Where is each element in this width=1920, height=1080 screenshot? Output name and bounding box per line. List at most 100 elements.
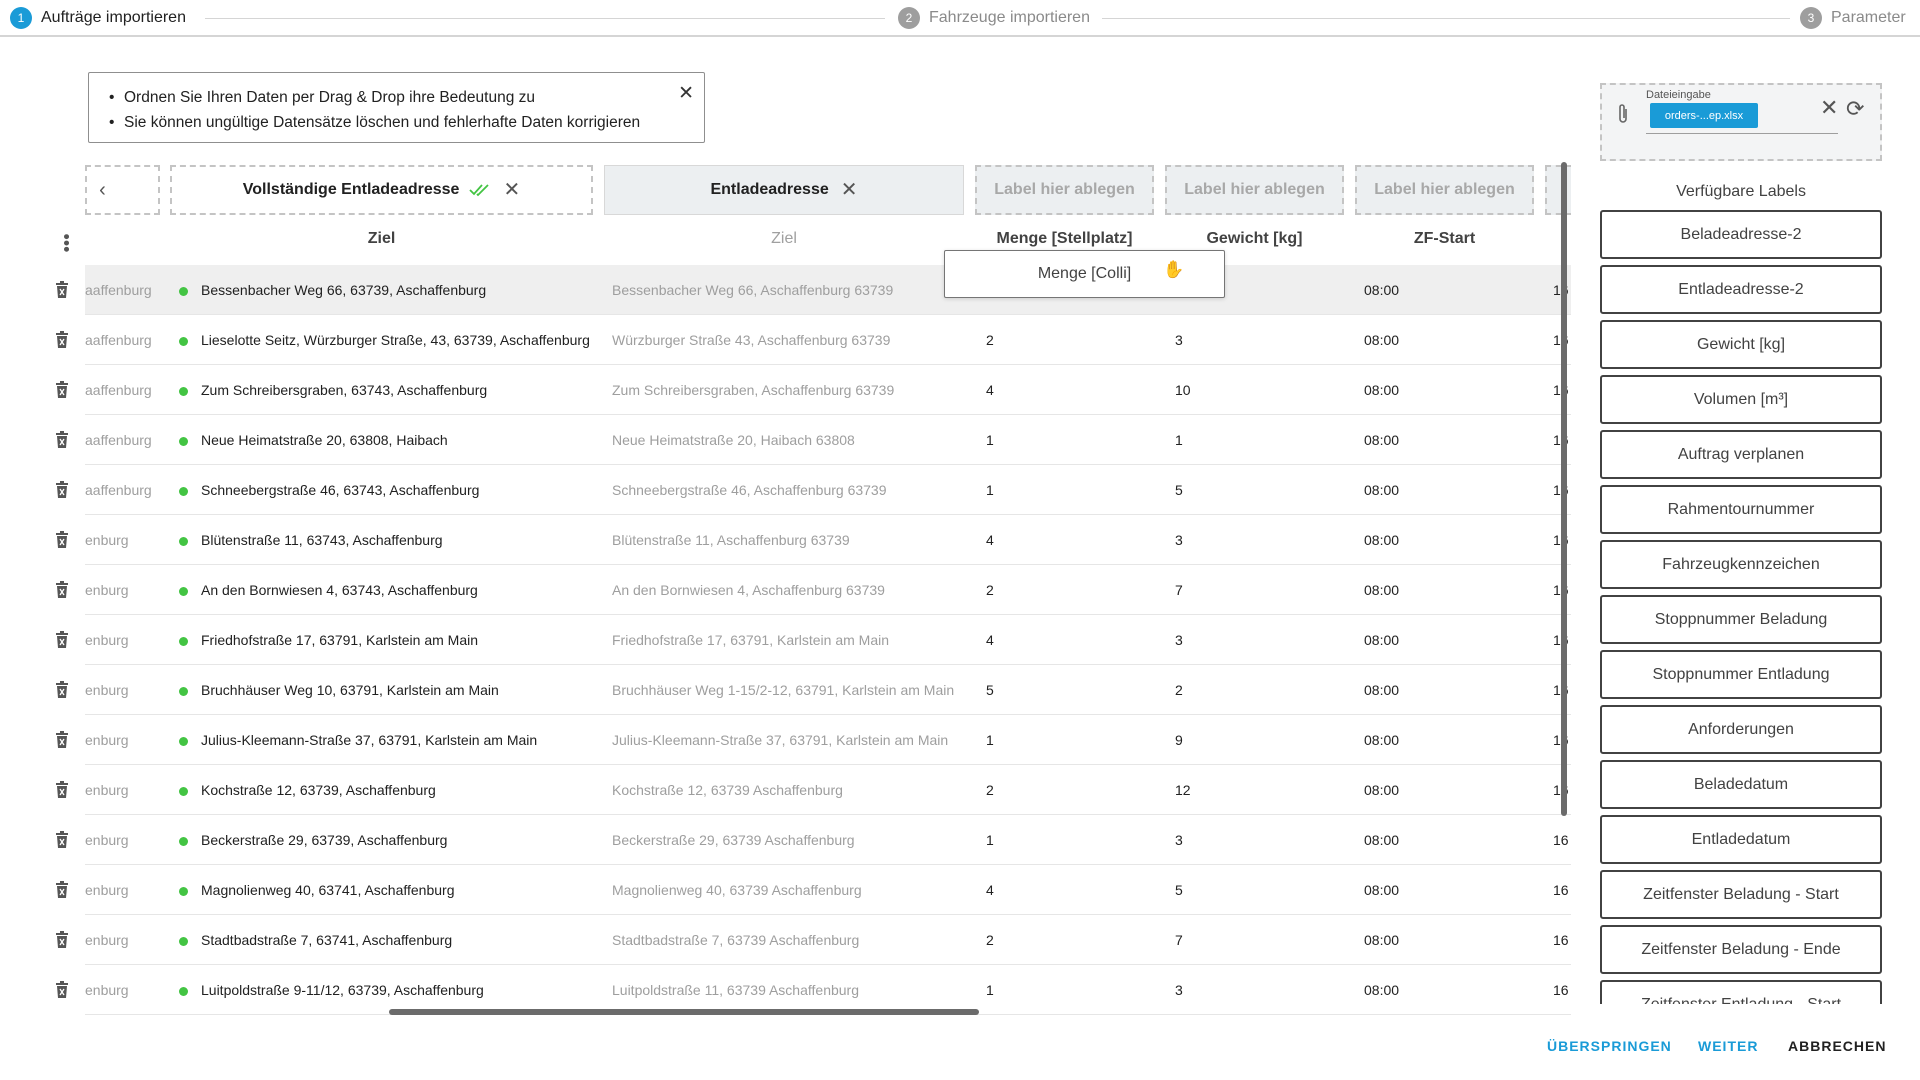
available-label[interactable]: Entladeadresse-2 xyxy=(1600,265,1882,314)
available-label[interactable]: Entladedatum xyxy=(1600,815,1882,864)
cell-previous-column[interactable]: enburg xyxy=(85,765,165,815)
delete-row-icon[interactable] xyxy=(54,731,70,749)
cell-quantity[interactable]: 4 xyxy=(986,365,1046,415)
cell-previous-column[interactable]: enburg xyxy=(85,665,165,715)
remove-label-icon[interactable]: ✕ xyxy=(841,180,858,200)
cancel-button[interactable]: ABBRECHEN xyxy=(1788,1038,1886,1054)
cell-previous-column[interactable]: aaffenburg xyxy=(85,265,165,315)
cell-quantity[interactable]: 1 xyxy=(986,415,1046,465)
table-row[interactable]: enburg An den Bornwiesen 4, 63743, Aschaf… xyxy=(85,565,1571,615)
cell-zf-start[interactable]: 08:00 xyxy=(1364,265,1444,315)
cell-target-address[interactable]: Julius-Kleemann-Straße 37, 63791, Karlst… xyxy=(201,715,601,765)
cell-quantity[interactable]: 2 xyxy=(986,315,1046,365)
cell-weight[interactable]: 3 xyxy=(1175,965,1235,1015)
cell-previous-column[interactable]: enburg xyxy=(85,615,165,665)
step-1[interactable]: 1 Aufträge importieren xyxy=(10,7,186,29)
cell-target-address[interactable]: Kochstraße 12, 63739, Aschaffenburg xyxy=(201,765,601,815)
cell-weight[interactable]: 5 xyxy=(1175,465,1235,515)
cell-zf-start[interactable]: 08:00 xyxy=(1364,565,1444,615)
step-2[interactable]: 2 Fahrzeuge importieren xyxy=(898,7,1090,29)
cell-zf-start[interactable]: 08:00 xyxy=(1364,765,1444,815)
delete-row-icon[interactable] xyxy=(54,681,70,699)
cell-quantity[interactable]: 4 xyxy=(986,515,1046,565)
table-row[interactable]: enburg Bruchhäuser Weg 10, 63791, Karlste… xyxy=(85,665,1571,715)
cell-target-address[interactable]: An den Bornwiesen 4, 63743, Aschaffenbur… xyxy=(201,565,601,615)
cell-quantity[interactable]: 1 xyxy=(986,715,1046,765)
cell-target-address[interactable]: Neue Heimatstraße 20, 63808, Haibach xyxy=(201,415,601,465)
cell-zf-start[interactable]: 08:00 xyxy=(1364,415,1444,465)
paperclip-icon[interactable] xyxy=(1616,103,1630,131)
cell-target-address[interactable]: Bessenbacher Weg 66, 63739, Aschaffenbur… xyxy=(201,265,601,315)
cell-quantity[interactable]: 2 xyxy=(986,565,1046,615)
drop-zone-empty[interactable]: Label hier ablegen xyxy=(1165,165,1344,215)
available-label[interactable]: Zeitfenster Beladung - Start xyxy=(1600,870,1882,919)
cell-quantity[interactable]: 1 xyxy=(986,965,1046,1015)
file-chip[interactable]: orders-...ep.xlsx xyxy=(1650,103,1758,128)
horizontal-scrollbar[interactable] xyxy=(389,1009,979,1015)
cell-previous-column[interactable]: enburg xyxy=(85,715,165,765)
cell-weight[interactable]: 2 xyxy=(1175,665,1235,715)
cell-previous-column[interactable]: enburg xyxy=(85,965,165,1015)
chevron-left-icon[interactable]: ‹ xyxy=(99,179,106,202)
cell-previous-column[interactable]: enburg xyxy=(85,815,165,865)
delete-row-icon[interactable] xyxy=(54,931,70,949)
cell-target-address[interactable]: Blütenstraße 11, 63743, Aschaffenburg xyxy=(201,515,601,565)
drop-zone-empty[interactable] xyxy=(1545,165,1571,215)
cell-zf-start[interactable]: 08:00 xyxy=(1364,615,1444,665)
cell-weight[interactable]: 7 xyxy=(1175,915,1235,965)
available-label[interactable]: Gewicht [kg] xyxy=(1600,320,1882,369)
delete-row-icon[interactable] xyxy=(54,581,70,599)
cell-weight[interactable]: 7 xyxy=(1175,565,1235,615)
table-row[interactable]: aaffenburg Bessenbacher Weg 66, 63739, As… xyxy=(85,265,1571,315)
cell-previous-column[interactable]: enburg xyxy=(85,565,165,615)
drop-zone-empty[interactable]: Label hier ablegen xyxy=(975,165,1154,215)
more-options-icon[interactable]: ••• xyxy=(56,234,76,253)
drop-zone-unload-address[interactable]: Entladeadresse ✕ xyxy=(604,165,964,215)
delete-row-icon[interactable] xyxy=(54,431,70,449)
table-row[interactable]: aaffenburg Lieselotte Seitz, Würzburger S… xyxy=(85,315,1571,365)
cell-zf-start[interactable]: 08:00 xyxy=(1364,715,1444,765)
table-row[interactable]: enburg Magnolienweg 40, 63741, Aschaffenb… xyxy=(85,865,1571,915)
cell-target-address[interactable]: Stadtbadstraße 7, 63741, Aschaffenburg xyxy=(201,915,601,965)
available-label[interactable]: Stoppnummer Entladung xyxy=(1600,650,1882,699)
cell-next-column[interactable]: 16 xyxy=(1553,965,1571,1015)
available-label[interactable]: Rahmentournummer xyxy=(1600,485,1882,534)
next-button[interactable]: WEITER xyxy=(1698,1038,1758,1054)
cell-weight[interactable]: 3 xyxy=(1175,315,1235,365)
table-row[interactable]: enburg Beckerstraße 29, 63739, Aschaffenb… xyxy=(85,815,1571,865)
cell-zf-start[interactable]: 08:00 xyxy=(1364,515,1444,565)
cell-weight[interactable]: 3 xyxy=(1175,615,1235,665)
table-row[interactable]: aaffenburg Zum Schreibersgraben, 63743, A… xyxy=(85,365,1571,415)
delete-row-icon[interactable] xyxy=(54,831,70,849)
cell-zf-start[interactable]: 08:00 xyxy=(1364,315,1444,365)
cell-weight[interactable]: 3 xyxy=(1175,815,1235,865)
cell-quantity[interactable]: 2 xyxy=(986,915,1046,965)
delete-row-icon[interactable] xyxy=(54,531,70,549)
drop-zone-previous[interactable]: ‹ xyxy=(85,165,160,215)
available-label[interactable]: Zeitfenster Entladung - Start xyxy=(1600,980,1882,1004)
cell-next-column[interactable]: 16 xyxy=(1553,865,1571,915)
cell-weight[interactable]: 10 xyxy=(1175,365,1235,415)
cell-next-column[interactable]: 16 xyxy=(1553,815,1571,865)
table-row[interactable]: aaffenburg Schneebergstraße 46, 63743, As… xyxy=(85,465,1571,515)
cell-zf-start[interactable]: 08:00 xyxy=(1364,815,1444,865)
cell-zf-start[interactable]: 08:00 xyxy=(1364,365,1444,415)
remove-label-icon[interactable]: ✕ xyxy=(503,180,520,200)
available-label[interactable]: Stoppnummer Beladung xyxy=(1600,595,1882,644)
cell-target-address[interactable]: Magnolienweg 40, 63741, Aschaffenburg xyxy=(201,865,601,915)
table-row[interactable]: enburg Julius-Kleemann-Straße 37, 63791, … xyxy=(85,715,1571,765)
available-label[interactable]: Volumen [m³] xyxy=(1600,375,1882,424)
delete-row-icon[interactable] xyxy=(54,281,70,299)
file-input[interactable]: Dateieingabe orders-...ep.xlsx ✕ ⟳ xyxy=(1600,83,1882,161)
cell-previous-column[interactable]: aaffenburg xyxy=(85,315,165,365)
table-row[interactable]: enburg Kochstraße 12, 63739, Aschaffenbur… xyxy=(85,765,1571,815)
refresh-icon[interactable]: ⟳ xyxy=(1846,98,1864,120)
cell-zf-start[interactable]: 08:00 xyxy=(1364,665,1444,715)
cell-quantity[interactable]: 2 xyxy=(986,765,1046,815)
cell-zf-start[interactable]: 08:00 xyxy=(1364,915,1444,965)
delete-row-icon[interactable] xyxy=(54,481,70,499)
delete-row-icon[interactable] xyxy=(54,331,70,349)
cell-previous-column[interactable]: enburg xyxy=(85,515,165,565)
delete-row-icon[interactable] xyxy=(54,881,70,899)
cell-quantity[interactable]: 1 xyxy=(986,815,1046,865)
